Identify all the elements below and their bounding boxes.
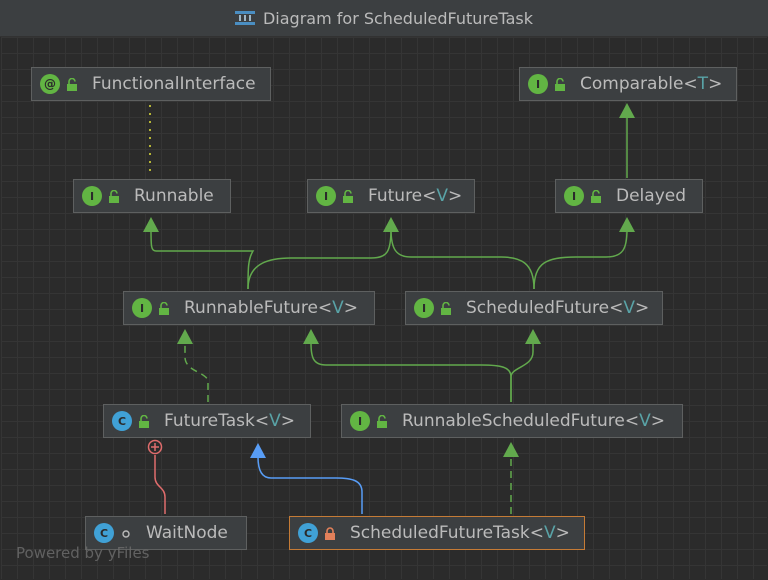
- unlock-icon: [67, 77, 77, 91]
- node-label: ScheduledFutureTask: [350, 523, 530, 543]
- interface-icon: I: [316, 186, 336, 206]
- type-parameter: V: [639, 411, 651, 431]
- interface-icon: I: [414, 298, 434, 318]
- unlock-icon: [343, 189, 353, 203]
- unlock-icon: [159, 301, 169, 315]
- annotation-icon: @: [40, 74, 60, 94]
- node-label: FunctionalInterface: [92, 74, 256, 94]
- edge-runnablefuture-parents: [143, 217, 399, 290]
- interface-icon: I: [132, 298, 152, 318]
- unlock-icon: [377, 414, 387, 428]
- type-parameter: T: [697, 74, 709, 94]
- unlock-icon: [441, 301, 451, 315]
- node-future-task[interactable]: C FutureTask < V >: [103, 404, 311, 438]
- window-title: Diagram for ScheduledFutureTask: [262, 8, 534, 28]
- interface-icon: I: [82, 186, 102, 206]
- node-runnable-scheduled-future[interactable]: I RunnableScheduledFuture < V >: [341, 404, 683, 438]
- unlock-icon: [109, 189, 119, 203]
- node-delayed[interactable]: I Delayed: [555, 179, 703, 213]
- unlock-icon: [139, 414, 149, 428]
- node-scheduled-future-task[interactable]: C ScheduledFutureTask < V >: [289, 516, 585, 550]
- interface-icon: I: [528, 74, 548, 94]
- type-parameter: V: [436, 186, 449, 206]
- interface-icon: I: [564, 186, 584, 206]
- class-icon: C: [112, 411, 132, 431]
- node-label: RunnableFuture: [184, 298, 318, 318]
- package-private-icon: [122, 529, 130, 538]
- node-label: WaitNode: [146, 523, 228, 543]
- window-titlebar: Diagram for ScheduledFutureTask: [0, 0, 768, 37]
- static-class-icon: C: [94, 523, 114, 543]
- edge-rsf-parents: [303, 329, 541, 402]
- edge-delayed-comparable: [619, 103, 635, 178]
- edge-sft-rsf: [503, 442, 519, 514]
- edge-waitnode-futuretask: [147, 439, 166, 514]
- node-label: FutureTask: [164, 411, 255, 431]
- type-parameter: V: [623, 298, 635, 318]
- node-label: Delayed: [616, 186, 687, 206]
- powered-by-watermark: Powered by yFiles: [16, 544, 150, 562]
- interface-icon: I: [350, 411, 370, 431]
- type-parameter: V: [544, 523, 556, 543]
- node-comparable[interactable]: I Comparable < T >: [519, 67, 737, 101]
- node-runnable[interactable]: I Runnable: [73, 179, 231, 213]
- diagram-canvas[interactable]: @ FunctionalInterface I Comparable < T > I …: [1, 37, 767, 579]
- type-parameter: V: [269, 411, 281, 431]
- node-label: Future: [368, 186, 423, 206]
- class-icon: C: [298, 523, 318, 543]
- lock-icon: [325, 526, 335, 540]
- node-label: ScheduledFuture: [466, 298, 610, 318]
- node-functional-interface[interactable]: @ FunctionalInterface: [31, 67, 271, 101]
- unlock-icon: [591, 189, 601, 203]
- unlock-icon: [555, 77, 565, 91]
- edge-sft-futuretask: [250, 443, 363, 514]
- edge-scheduledfuture-parents: [390, 217, 635, 290]
- node-runnable-future[interactable]: I RunnableFuture < V >: [123, 291, 375, 325]
- edge-futuretask-runnablefuture: [177, 329, 209, 402]
- node-label: Runnable: [134, 186, 214, 206]
- node-label: Comparable: [580, 74, 684, 94]
- node-scheduled-future[interactable]: I ScheduledFuture < V >: [405, 291, 663, 325]
- type-parameter: V: [332, 298, 344, 318]
- node-label: RunnableScheduledFuture: [402, 411, 625, 431]
- diagram-icon: [234, 10, 255, 26]
- node-future[interactable]: I Future < V >: [307, 179, 475, 213]
